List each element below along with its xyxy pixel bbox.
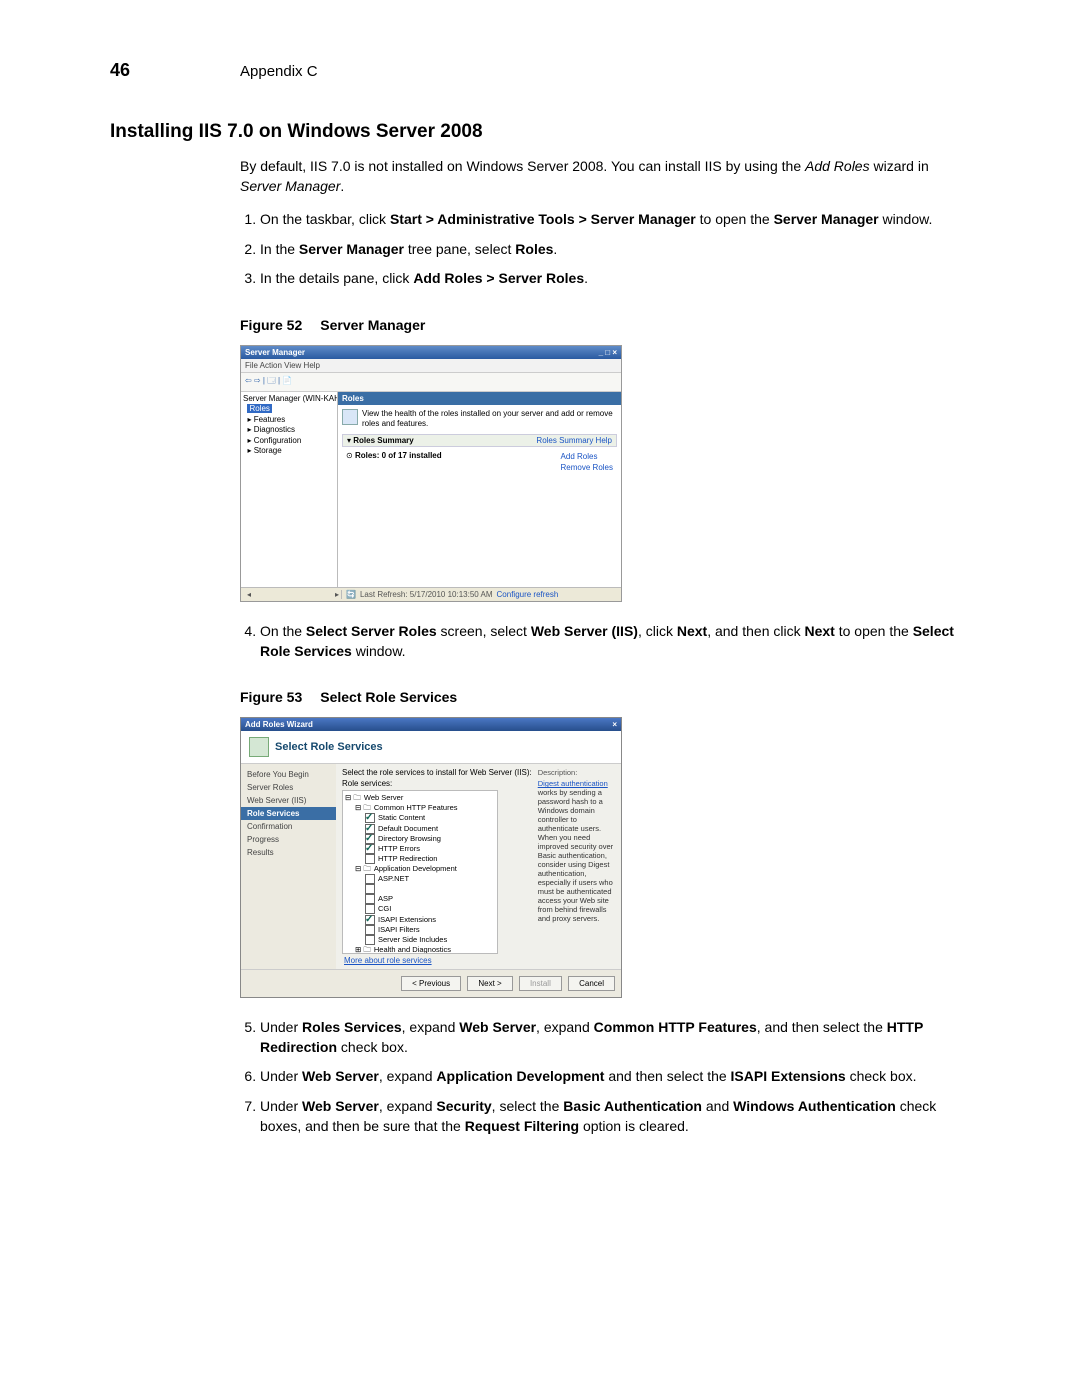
toolbar[interactable]: ⇦ ⇨ | 🗔 | 📄 [241,372,621,392]
checkbox-icon[interactable] [365,925,375,935]
description-link[interactable]: Digest authentication [538,779,608,788]
status-text: Last Refresh: 5/17/2010 10:13:50 AM [360,590,493,599]
remove-roles-link[interactable]: Remove Roles [561,462,613,473]
figure53-add-roles-wizard: Add Roles Wizard × Select Role Services … [240,717,622,998]
window-titlebar[interactable]: Server Manager _ □ × [241,346,621,359]
cancel-button[interactable]: Cancel [568,976,615,991]
tree-pane[interactable]: Server Manager (WIN-KAHC638...) Roles ▸ … [241,392,338,587]
window-controls-icon[interactable]: _ □ × [599,348,617,357]
roles-count: ⊙ Roles: 0 of 17 installed [346,451,442,585]
wizard-header-title: Select Role Services [275,741,383,753]
figure53-caption: Figure 53Select Role Services [240,689,970,705]
roles-summary-label: ▾ Roles Summary [347,436,414,445]
wizard-titlebar[interactable]: Add Roles Wizard × [241,718,621,731]
wizard-step-web-server[interactable]: Web Server (IIS) [241,794,336,807]
more-about-role-services-link[interactable]: More about role services [342,954,532,965]
step-4: On the Select Server Roles screen, selec… [260,622,970,661]
roles-summary-help-link[interactable]: Roles Summary Help [536,436,612,445]
wizard-step-role-services[interactable]: Role Services [241,807,336,820]
roles-description: View the health of the roles installed o… [338,405,621,432]
tree-features[interactable]: ▸ Features [243,415,335,425]
checkbox-icon[interactable] [365,935,375,945]
tree-scrollbar[interactable]: ◂ ▸ [245,590,342,599]
role-services-label: Role services: [342,779,532,788]
wizard-step-confirmation[interactable]: Confirmation [241,820,336,833]
wizard-step-before[interactable]: Before You Begin [241,768,336,781]
step-5: Under Roles Services, expand Web Server,… [260,1018,970,1057]
step-6: Under Web Server, expand Application Dev… [260,1067,970,1087]
wizard-step-results[interactable]: Results [241,846,336,859]
scroll-right-icon[interactable]: ▸ [335,590,339,599]
wizard-header: Select Role Services [241,731,621,764]
tree-root[interactable]: Server Manager (WIN-KAHC638...) [243,394,335,404]
checkbox-icon[interactable] [365,915,375,925]
next-button[interactable]: Next > [467,976,512,991]
roles-header: Roles [338,392,621,405]
checkbox-icon[interactable] [365,854,375,864]
roles-summary-bar: ▾ Roles Summary Roles Summary Help [342,434,617,447]
appendix-label: Appendix C [240,63,318,80]
configure-refresh-link[interactable]: Configure refresh [497,590,559,599]
menubar[interactable]: File Action View Help [241,359,621,372]
description-label: Description: [538,768,615,777]
role-services-tree[interactable]: ⊟ 🗀 Web Server ⊟ 🗀 Common HTTP Features … [342,790,498,954]
checkbox-icon[interactable] [365,874,375,884]
previous-button[interactable]: < Previous [401,976,461,991]
close-icon[interactable]: × [612,720,617,729]
section-title: Installing IIS 7.0 on Windows Server 200… [110,121,970,143]
wizard-step-progress[interactable]: Progress [241,833,336,846]
wizard-header-icon [249,737,269,757]
tree-configuration[interactable]: ▸ Configuration [243,436,335,446]
figure52-server-manager: Server Manager _ □ × File Action View He… [240,345,622,602]
wizard-title: Add Roles Wizard [245,720,313,729]
step-2: In the Server Manager tree pane, select … [260,240,970,260]
tree-storage[interactable]: ▸ Storage [243,446,335,456]
role-services-instruction: Select the role services to install for … [342,768,532,777]
tree-roles[interactable]: Roles [243,404,335,414]
checkbox-icon[interactable] [365,844,375,854]
add-roles-link[interactable]: Add Roles [561,451,613,462]
intro-paragraph: By default, IIS 7.0 is not installed on … [240,157,970,196]
step-1: On the taskbar, click Start > Administra… [260,210,970,230]
figure52-caption: Figure 52Server Manager [240,317,970,333]
checkbox-icon[interactable] [365,884,375,894]
page-header: 46 Appendix C [110,60,970,81]
wizard-step-server-roles[interactable]: Server Roles [241,781,336,794]
wizard-buttons: < Previous Next > Install Cancel [241,969,621,997]
install-button: Install [519,976,562,991]
wizard-steps-sidebar: Before You Begin Server Roles Web Server… [241,764,336,969]
checkbox-icon[interactable] [365,894,375,904]
page-number: 46 [110,60,240,81]
step-7: Under Web Server, expand Security, selec… [260,1097,970,1136]
tree-diagnostics[interactable]: ▸ Diagnostics [243,425,335,435]
window-title: Server Manager [245,348,305,357]
description-pane: Description: Digest authentication works… [538,768,615,965]
scroll-left-icon[interactable]: ◂ [247,590,251,599]
roles-icon [342,409,358,425]
step-3: In the details pane, click Add Roles > S… [260,269,970,289]
